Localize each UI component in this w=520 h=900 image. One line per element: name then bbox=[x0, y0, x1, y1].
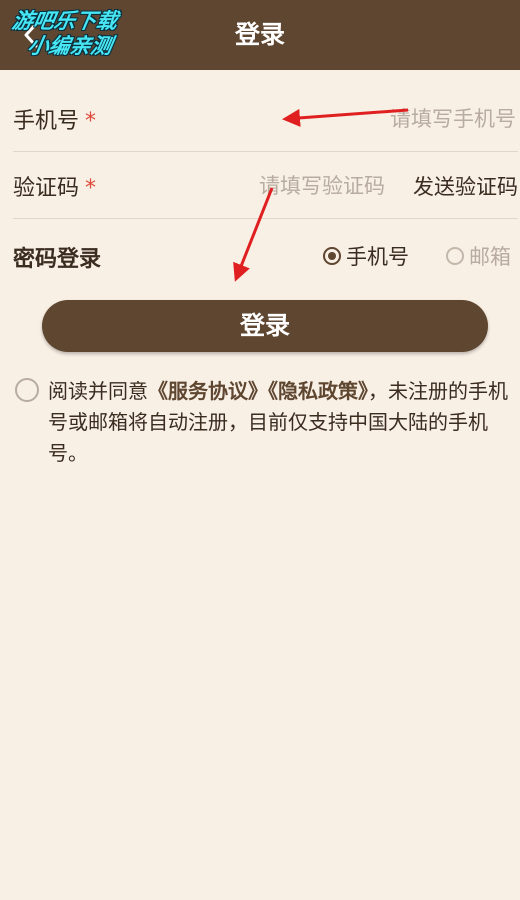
code-input[interactable] bbox=[155, 170, 385, 202]
watermark-logo: 游吧乐下载 小编亲测 bbox=[6, 9, 120, 59]
agreement-text: 阅读并同意《服务协议》《隐私政策》，未注册的手机号或邮箱将自动注册，目前仅支持中… bbox=[48, 376, 508, 469]
required-mark: * bbox=[85, 109, 97, 134]
agreement-prefix: 阅读并同意 bbox=[48, 379, 148, 403]
phone-label: 手机号 * bbox=[13, 103, 96, 135]
phone-input[interactable] bbox=[216, 103, 516, 135]
radio-phone-label: 手机号 bbox=[346, 245, 409, 269]
login-mode-row: 密码登录 手机号 邮箱 bbox=[13, 219, 518, 289]
code-row: 验证码* 发送验证码 bbox=[13, 152, 518, 219]
service-agreement-link[interactable]: 《服务协议》 bbox=[148, 379, 268, 403]
login-button[interactable]: 登录 bbox=[42, 300, 488, 352]
top-bar: 登录 游吧乐下载 小编亲测 bbox=[0, 0, 520, 70]
radio-phone-option[interactable]: 手机号 bbox=[323, 241, 409, 271]
watermark-line-1: 游吧乐下载 bbox=[10, 9, 120, 33]
code-label-text: 验证码 bbox=[13, 176, 80, 201]
phone-row: 手机号 * bbox=[13, 85, 518, 152]
agreement-checkbox[interactable] bbox=[15, 378, 39, 402]
code-label: 验证码 * bbox=[13, 170, 96, 202]
privacy-policy-link[interactable]: 《隐私政策》 bbox=[268, 379, 368, 403]
watermark-line-2: 小编亲测 bbox=[25, 34, 115, 58]
phone-label-text: 手机号 bbox=[13, 109, 80, 134]
send-code-button[interactable]: 发送验证码 bbox=[413, 171, 518, 201]
radio-email-label: 邮箱 bbox=[469, 245, 511, 269]
radio-email-option[interactable]: 邮箱 bbox=[446, 241, 511, 271]
required-mark: * bbox=[85, 176, 97, 201]
password-login-link[interactable]: 密码登录 bbox=[13, 241, 101, 273]
radio-unchecked-icon bbox=[446, 247, 464, 265]
radio-checked-icon bbox=[323, 247, 341, 265]
